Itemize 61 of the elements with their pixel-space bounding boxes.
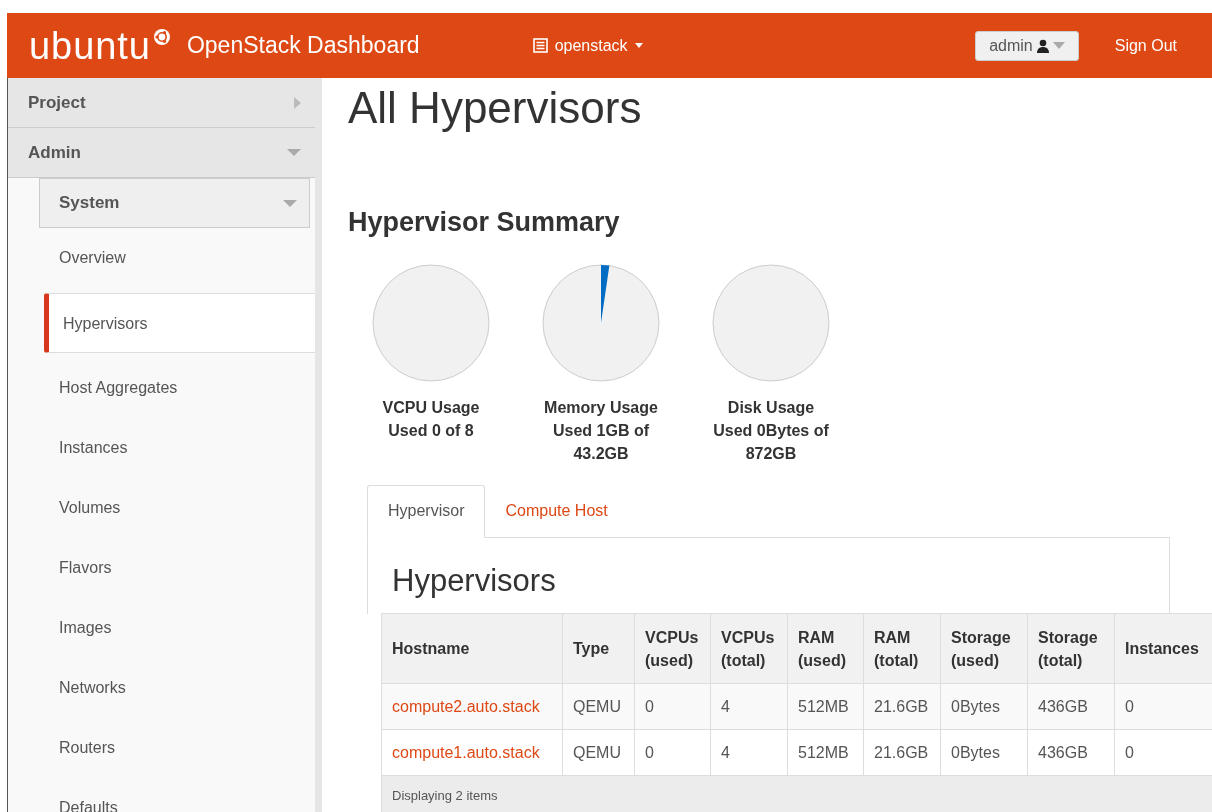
column-header: RAM (total) xyxy=(863,613,941,684)
sidebar-item[interactable]: Host Aggregates xyxy=(8,358,315,418)
caret-icon xyxy=(1052,42,1065,49)
tab[interactable]: Compute Host xyxy=(485,484,628,538)
table-title: Hypervisors xyxy=(392,561,557,600)
sidebar-group[interactable]: System xyxy=(39,178,310,228)
column-header: Type xyxy=(562,613,635,684)
column-header: RAM (used) xyxy=(787,613,864,684)
column-header: Storage (total) xyxy=(1027,613,1115,684)
table-cell: QEMU xyxy=(562,683,635,730)
host-link[interactable]: compute2.auto.stack xyxy=(381,683,563,730)
table-cell: 0 xyxy=(634,683,711,730)
chart-detail: Used 1GB of 43.2GB xyxy=(552,420,650,464)
sidebar-item[interactable]: Networks xyxy=(8,658,315,718)
chart-label: Memory Usage xyxy=(543,397,659,418)
page-title: All Hypervisors xyxy=(348,86,643,130)
table-cell: 512MB xyxy=(787,683,864,730)
user-icon xyxy=(1035,38,1050,53)
tab[interactable]: Hypervisor xyxy=(367,484,486,538)
caret-down-icon xyxy=(283,199,297,207)
sidebar-item[interactable]: Volumes xyxy=(8,478,315,538)
table-cell: 0 xyxy=(634,729,711,776)
logo-wordmark: ubuntu xyxy=(29,26,151,65)
table-cell: 436GB xyxy=(1027,683,1115,730)
table-cell: 21.6GB xyxy=(863,729,941,776)
project-menu[interactable]: openstack xyxy=(532,33,643,58)
list-icon xyxy=(532,38,548,53)
column-header: Hostname xyxy=(381,613,563,684)
table-cell: 0Bytes xyxy=(940,729,1028,776)
sign-out-link[interactable]: Sign Out xyxy=(1114,33,1177,58)
section-title: Hypervisor Summary xyxy=(348,206,621,239)
sidebar-section[interactable]: Admin xyxy=(8,128,315,178)
column-header: Storage (used) xyxy=(940,613,1028,684)
table-cell: 0Bytes xyxy=(940,683,1028,730)
caret-right-icon xyxy=(294,96,301,109)
chart-detail: Used 0 of 8 xyxy=(387,420,475,441)
app-title: OpenStack Dashboard xyxy=(186,31,420,61)
table-cell: 4 xyxy=(710,729,788,776)
sidebar-item[interactable]: Overview xyxy=(8,228,315,288)
table-cell: 4 xyxy=(710,683,788,730)
caret-icon xyxy=(634,43,643,48)
table-cell: 21.6GB xyxy=(863,683,941,730)
user-menu[interactable]: admin xyxy=(975,30,1079,61)
table-cell: 512MB xyxy=(787,729,864,776)
host-link[interactable]: compute1.auto.stack xyxy=(381,729,563,776)
sidebar-section[interactable]: Project xyxy=(8,78,315,128)
sidebar-item[interactable]: Flavors xyxy=(8,538,315,598)
column-header: VCPUs (total) xyxy=(710,613,788,684)
caret-down-icon xyxy=(287,149,301,156)
column-header: VCPUs (used) xyxy=(634,613,711,684)
sidebar-item[interactable]: Instances xyxy=(8,418,315,478)
table-cell: 436GB xyxy=(1027,729,1115,776)
chart-label: VCPU Usage xyxy=(381,397,481,418)
chart-detail: Used 0Bytes of 872GB xyxy=(712,420,830,464)
logo-icon xyxy=(152,27,171,46)
sidebar-item[interactable]: Hypervisors xyxy=(44,293,315,353)
column-header: Instances xyxy=(1114,613,1212,684)
sidebar-item[interactable]: Images xyxy=(8,598,315,658)
table-cell: QEMU xyxy=(562,729,635,776)
sidebar-item[interactable]: Routers xyxy=(8,718,315,778)
chart-label: Disk Usage xyxy=(726,397,816,418)
